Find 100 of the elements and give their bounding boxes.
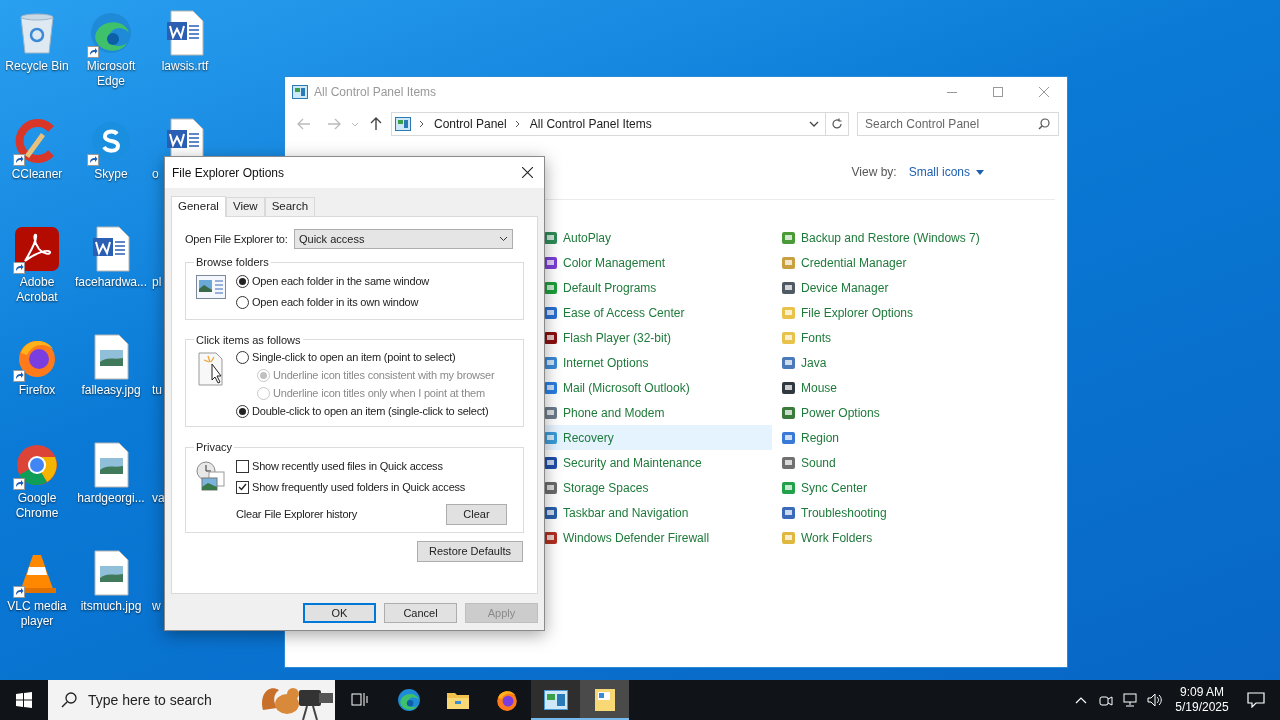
applet-icon [781,504,797,521]
applet-icon [781,479,797,496]
tab[interactable]: General [171,196,226,217]
desktop-icon-label[interactable]: CCleaner [1,167,73,182]
desktop-icon-label[interactable]: va [152,491,165,506]
desktop-icon-label[interactable]: lawsis.rtf [149,59,221,74]
checkbox[interactable] [236,459,249,473]
window-title: All Control Panel Items [314,84,437,101]
shortcut-arrow-icon [87,46,99,58]
image-file-icon [93,550,129,596]
desktop-icon-label[interactable]: hardgeorgi... [75,491,147,506]
camera-icon[interactable] [1099,693,1113,707]
network-icon[interactable] [1123,693,1139,707]
group-title: Privacy [195,440,234,455]
desktop-icon-label[interactable]: Google Chrome [1,491,73,521]
applet-link[interactable]: Color Management [543,250,772,275]
applet-link[interactable]: File Explorer Options [781,300,1010,325]
radio-button[interactable] [236,404,249,418]
applet-link[interactable]: Sound [781,450,1010,475]
applet-link[interactable]: AutoPlay [543,225,772,250]
desktop-icon-label[interactable]: Microsoft Edge [75,59,147,89]
applet-link[interactable]: Storage Spaces [543,475,772,500]
applet-link[interactable]: Sync Center [781,475,1010,500]
applet-link[interactable]: Flash Player (32-bit) [543,325,772,350]
search-field[interactable]: Search Control Panel [857,112,1059,136]
applet-link[interactable]: Default Programs [543,275,772,300]
clear-button[interactable]: Clear [446,504,507,525]
desktop-icon-label[interactable]: o [152,167,159,182]
applet-link[interactable]: Windows Defender Firewall [543,525,772,550]
refresh-icon[interactable] [831,118,843,130]
open-to-dropdown[interactable]: Quick access [294,229,513,249]
breadcrumb-item[interactable]: All Control Panel Items [529,115,652,133]
shortcut-arrow-icon [13,586,25,598]
desktop-icon-label[interactable]: itsmuch.jpg [75,599,147,614]
group-title: Browse folders [195,255,270,270]
desktop-icon-label[interactable]: Firefox [1,383,73,398]
shortcut-arrow-icon [13,478,25,490]
firefox-icon [494,688,519,712]
dialog-button[interactable]: Cancel [384,603,457,623]
applet-icon [781,429,797,446]
option-label: Underline icon titles only when I point at them [273,385,485,401]
radio-button[interactable] [236,350,249,364]
applet-link[interactable]: Java [781,350,1010,375]
chrome-icon [15,443,59,487]
tab[interactable]: Search [264,197,316,216]
chevron-up-icon[interactable] [1075,696,1087,704]
applet-icon [781,354,797,371]
dialog-title: File Explorer Options [172,164,286,182]
applet-link[interactable]: Device Manager [781,275,1010,300]
applet-link[interactable]: Phone and Modem [543,400,772,425]
group-title: Click items as follows [195,332,302,348]
applet-icon [781,229,797,246]
open-to-label: Open File Explorer to: [185,231,289,247]
clock[interactable]: 9:09 AM 5/19/2025 [1169,685,1235,715]
address-bar[interactable]: Control Panel All Control Panel Items [391,112,849,136]
desktop-icon-label[interactable]: Skype [75,167,147,182]
recycle-bin-icon [17,11,57,55]
desktop-icon-label[interactable]: pl [152,275,162,290]
minimize-icon [947,91,957,93]
applet-icon [781,304,797,321]
restore-defaults-button[interactable]: Restore Defaults [417,540,523,562]
option-label: Double-click to open an item (single-click to select) [252,403,489,419]
desktop-icon-label[interactable]: w [152,599,161,614]
close-icon [1039,87,1049,97]
notifications-icon[interactable] [1247,692,1265,708]
taskbar-search-field[interactable]: Type here to search [48,680,335,720]
applet-link[interactable]: Fonts [781,325,1010,350]
applet-link[interactable]: Ease of Access Center [543,300,772,325]
breadcrumb-item[interactable]: Control Panel [434,115,507,133]
view-by-dropdown[interactable]: Small icons [908,163,984,181]
volume-icon[interactable] [1147,693,1163,707]
radio-button[interactable] [236,274,249,288]
control-panel-icon [395,117,411,131]
applet-link[interactable]: Region [781,425,1010,450]
applet-link[interactable]: Troubleshooting [781,500,1010,525]
up-arrow-icon[interactable] [370,117,382,131]
checkbox[interactable] [236,480,249,494]
desktop-icon-label[interactable]: tu [152,383,162,398]
desktop-icon-label[interactable]: Adobe Acrobat [1,275,73,305]
applet-link[interactable]: Mail (Microsoft Outlook) [543,375,772,400]
tab[interactable]: View [225,197,265,216]
applet-link[interactable]: Security and Maintenance [543,450,772,475]
desktop-icon-label[interactable]: facehardwa... [75,275,147,290]
applet-link[interactable]: Work Folders [781,525,1010,550]
desktop-icon-label[interactable]: VLC media player [1,599,73,629]
applet-link[interactable]: Taskbar and Navigation [543,500,772,525]
taskbar-app-button[interactable] [580,680,629,720]
applet-link[interactable]: Backup and Restore (Windows 7) [781,225,1010,250]
applet-link[interactable]: Internet Options [543,350,772,375]
applet-link[interactable]: Mouse [781,375,1010,400]
applet-link[interactable]: Recovery [543,425,772,450]
dropdown-caret-icon[interactable] [809,121,819,127]
taskbar-app-button[interactable] [531,680,580,720]
chevron-right-icon [514,120,520,128]
applet-link[interactable]: Power Options [781,400,1010,425]
desktop-icon-label[interactable]: Recycle Bin [1,59,73,74]
applet-link[interactable]: Credential Manager [781,250,1010,275]
radio-button[interactable] [236,295,249,309]
desktop-icon-label[interactable]: falleasy.jpg [75,383,147,398]
dialog-button[interactable]: OK [303,603,376,623]
